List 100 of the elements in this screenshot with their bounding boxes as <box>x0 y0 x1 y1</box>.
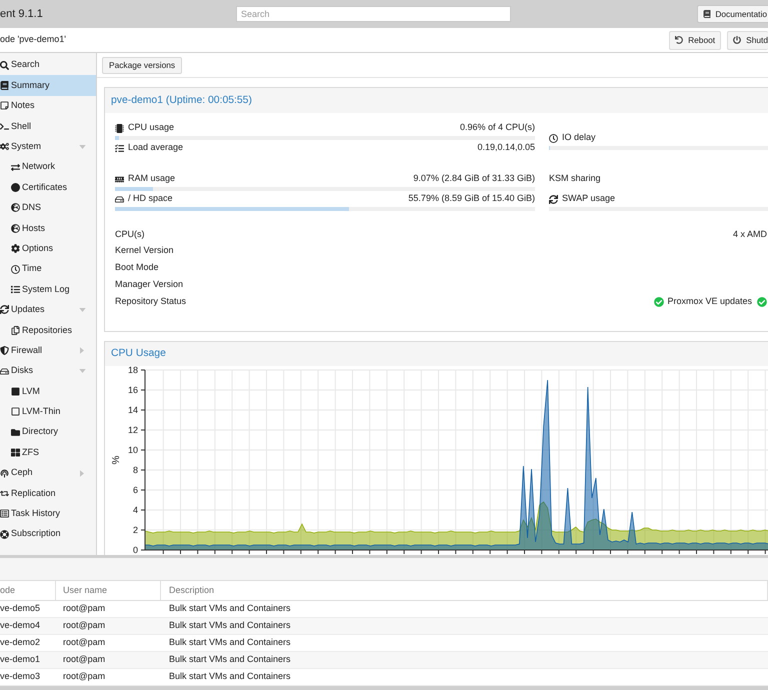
toolbar-button[interactable]: Reboot <box>669 30 722 50</box>
sidebar-item[interactable]: Disks <box>0 360 96 382</box>
copy-icon <box>11 326 20 335</box>
square-outline-icon <box>11 407 20 416</box>
refresh-icon <box>0 305 9 314</box>
life-ring-icon <box>0 530 9 539</box>
node-title: ode 'pve-demo1' <box>0 33 66 46</box>
y-tick-label: 0 <box>132 544 138 555</box>
stat-label: SWAP usage <box>562 192 616 206</box>
stat-label: KSM sharing <box>549 172 601 186</box>
sidebar-item[interactable]: Hosts <box>0 218 96 239</box>
search-icon <box>0 60 9 70</box>
info-label: Manager Version <box>115 278 184 292</box>
sidebar-item[interactable]: LVM-Thin <box>0 402 96 422</box>
drive-icon <box>115 194 124 204</box>
sidebar-item[interactable]: Subscription <box>0 524 96 544</box>
y-tick-label: 10 <box>128 444 138 455</box>
y-tick-label: 14 <box>128 404 138 415</box>
sidebar-item[interactable]: LVM <box>0 381 96 402</box>
sidebar-item[interactable]: Certificates <box>0 177 96 198</box>
table-cell-text: ve-demo1 <box>0 653 42 666</box>
list-icon <box>11 284 20 294</box>
undo-icon <box>675 36 684 44</box>
list-box-icon <box>0 509 9 518</box>
y-tick-label: 18 <box>128 366 138 375</box>
grid-icon <box>11 448 20 458</box>
sidebar-item[interactable]: System Log <box>0 279 96 300</box>
sidebar-item[interactable]: Directory <box>0 422 96 442</box>
sidebar-item[interactable]: ZFS <box>0 442 96 463</box>
sidebar-item[interactable]: Replication <box>0 483 96 504</box>
info-label: Boot Mode <box>115 261 159 274</box>
stat-value: 9.07% (2.84 GiB of 31.33 GiB) <box>413 172 535 186</box>
table-cell-text: root@pam <box>62 653 106 666</box>
column-header[interactable]: User name <box>56 581 161 600</box>
table-cell-text: root@pam <box>62 636 106 650</box>
sidebar-item[interactable]: System <box>0 136 96 157</box>
sidebar-item[interactable]: Updates <box>0 300 96 320</box>
stat-label: IO delay <box>562 131 596 144</box>
stat-value: 55.79% (8.59 GiB of 15.40 GiB) <box>408 192 535 206</box>
cycle-arrows-icon <box>0 488 9 498</box>
note-icon <box>0 101 9 110</box>
clock-icon <box>11 264 20 274</box>
table-cell-text: Bulk start VMs and Containers <box>168 670 292 684</box>
info-label: Repository Status <box>115 294 186 308</box>
refresh-icon <box>549 194 558 204</box>
info-label: Kernel Version <box>115 244 174 258</box>
table-cell-text: root@pam <box>62 670 106 684</box>
table-cell-text: root@pam <box>62 619 106 632</box>
y-tick-label: 4 <box>132 504 138 515</box>
app-title: ent 9.1.1 <box>0 6 44 22</box>
drive-icon <box>0 366 9 376</box>
stat-label: Load average <box>128 141 184 154</box>
sidebar-item[interactable]: Shell <box>0 116 96 137</box>
sidebar-item[interactable]: Options <box>0 238 96 259</box>
checklist-icon <box>115 144 124 152</box>
column-header[interactable]: Description <box>161 581 768 600</box>
shield-icon <box>0 346 9 356</box>
table-cell-text: Bulk start VMs and Containers <box>168 619 292 632</box>
table-cell-text: ve-demo3 <box>0 670 42 684</box>
circle-icon <box>11 183 20 192</box>
table-cell-text: Bulk start VMs and Containers <box>168 636 292 650</box>
panel-title: pve-demo1 (Uptime: 00:05:55) <box>111 94 252 108</box>
sidebar-item[interactable]: Search <box>0 55 96 76</box>
info-label: CPU(s) <box>115 228 144 241</box>
table-cell-text: Bulk start VMs and Containers <box>168 602 292 616</box>
stat-label: CPU usage <box>128 121 174 134</box>
table-cell-text: root@pam <box>62 602 106 616</box>
panel-title: CPU Usage <box>111 347 166 362</box>
stat-value: 0.19,0.14,0.05 <box>477 141 535 154</box>
y-tick-label: 8 <box>132 464 138 475</box>
sidebar-item[interactable]: DNS <box>0 198 96 218</box>
book-icon <box>703 10 712 18</box>
settings-icon <box>11 244 20 254</box>
stat-label: RAM usage <box>128 172 176 186</box>
toolbar-button[interactable]: Package versions <box>102 56 182 74</box>
info-value: 4 x AMD <box>732 228 767 241</box>
sidebar-item[interactable]: Network <box>0 156 96 178</box>
sidebar-item[interactable]: Task History <box>0 504 96 524</box>
y-tick-label: 16 <box>128 384 138 395</box>
table-cell-text: Bulk start VMs and Containers <box>168 653 292 666</box>
table-cell-text: ve-demo5 <box>0 602 42 616</box>
sidebar-item[interactable]: Repositories <box>0 320 96 340</box>
book-icon <box>0 81 9 90</box>
y-tick-label: 12 <box>128 424 138 435</box>
stat-label: / HD space <box>128 192 173 206</box>
sidebar-item[interactable]: Time <box>0 258 96 280</box>
y-axis-label: % <box>111 456 122 464</box>
power-icon <box>733 36 742 44</box>
documentation-button[interactable]: Documentatio <box>697 5 768 23</box>
terminal-icon <box>0 122 9 131</box>
search-field[interactable]: Search <box>236 6 511 22</box>
sidebar-item[interactable]: Notes <box>0 96 96 116</box>
column-header[interactable]: ode <box>0 581 56 600</box>
table-cell-text: ve-demo4 <box>0 619 42 632</box>
sidebar-item[interactable]: Summary <box>0 75 96 96</box>
sidebar-item[interactable]: Firewall <box>0 340 96 361</box>
toolbar-button[interactable]: Shutd <box>727 30 768 50</box>
globe-icon <box>11 224 20 233</box>
folder-icon <box>11 428 20 437</box>
sidebar-item[interactable]: Ceph <box>0 462 96 484</box>
